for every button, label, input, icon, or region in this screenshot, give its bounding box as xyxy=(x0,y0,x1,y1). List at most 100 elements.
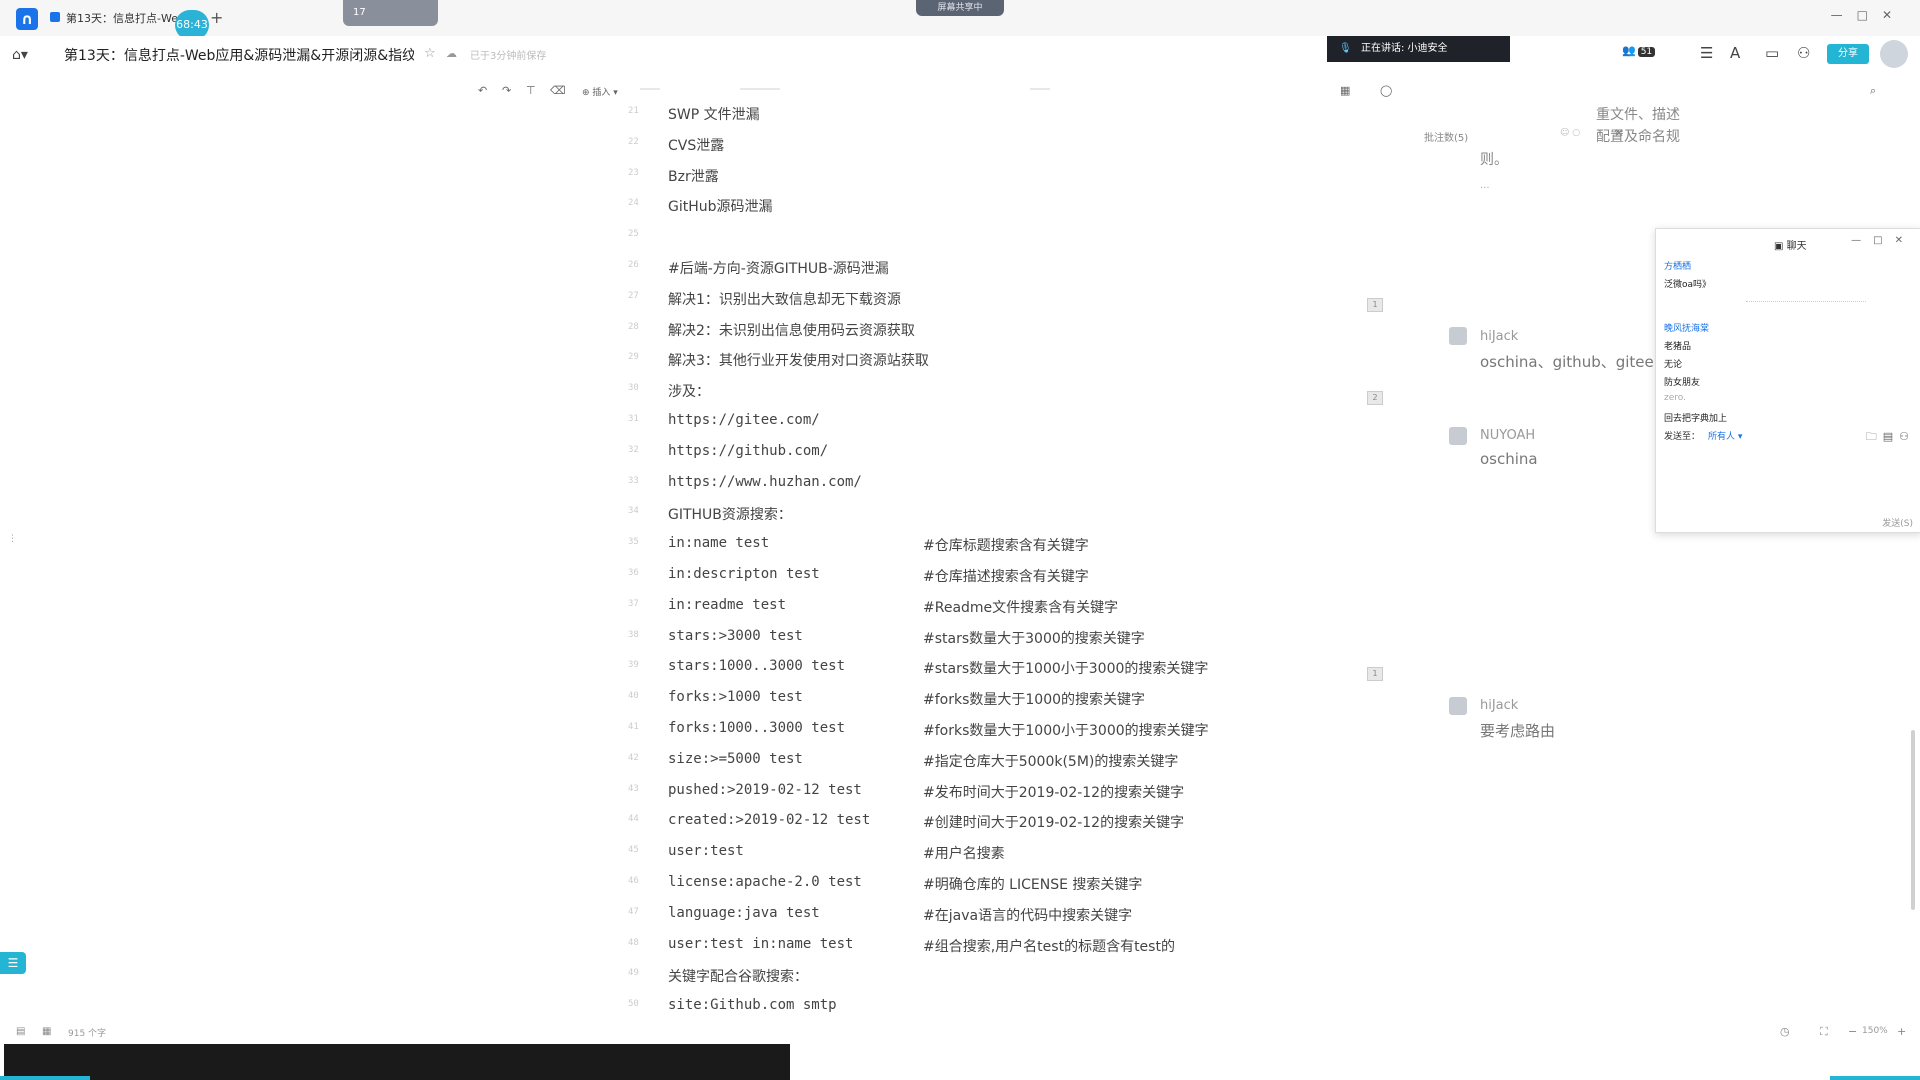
redo-icon[interactable]: ↷ xyxy=(502,84,511,97)
line-number: 39 xyxy=(628,660,639,671)
comment-marker-icon[interactable]: 2 xyxy=(1367,391,1383,405)
minimize-icon[interactable]: — xyxy=(1851,235,1873,246)
editor-area[interactable]: 21 SWP 文件泄漏 22 CVS泄露 23 Bzr泄露 24 GitHub源码泄漏 25 26… xyxy=(620,104,1380,1034)
user-icon[interactable]: ⚇ xyxy=(1899,430,1915,443)
editor-line[interactable]: 26 #后端-方向-资源GITHUB-源码泄漏 xyxy=(620,258,1380,284)
editor-line[interactable]: 21 SWP 文件泄漏 xyxy=(620,104,1380,130)
editor-line[interactable]: 50 site:Github.com smtp xyxy=(620,997,1380,1023)
editor-line[interactable]: 23 Bzr泄露 xyxy=(620,166,1380,192)
editor-line[interactable]: 40 forks:>1000 test #forks数量大于1000的搜索关键字 xyxy=(620,689,1380,715)
line-code: pushed:>2019-02-12 test xyxy=(668,781,862,798)
online-users[interactable]: 👥 51 xyxy=(1622,44,1656,57)
editor-line[interactable]: 41 forks:1000..3000 test #forks数量大于1000小于3… xyxy=(620,720,1380,746)
undo-icon[interactable]: ↶ xyxy=(478,84,487,97)
minimize-icon[interactable]: — xyxy=(1831,8,1857,22)
editor-line[interactable]: 30 涉及： xyxy=(620,381,1380,407)
line-code: forks:>1000 test xyxy=(668,689,803,706)
line-comment: #forks数量大于1000小于3000的搜索关键字 xyxy=(923,723,1209,739)
speaking-text: 正在讲话: 小迪安全 xyxy=(1361,43,1448,54)
editor-line[interactable]: 31 https://gitee.com/ xyxy=(620,412,1380,438)
comment-marker-icon[interactable]: 1 xyxy=(1367,667,1383,681)
editor-line[interactable]: 45 user:test #用户名搜素 xyxy=(620,843,1380,869)
search-icon[interactable]: ⌕ xyxy=(1870,84,1876,98)
comment-author: NUYOAH xyxy=(1480,428,1536,443)
editor-line[interactable]: 47 language:java test #在java语言的代码中搜索关键字 xyxy=(620,905,1380,931)
menu-icon[interactable]: ☰ xyxy=(1700,44,1713,62)
app-logo-icon[interactable]: ∩ xyxy=(16,8,38,30)
insert-button[interactable]: ⊕ 插入 ▾ xyxy=(582,85,618,98)
line-number: 28 xyxy=(628,321,639,332)
file-icon[interactable]: 🗀 xyxy=(1866,430,1883,443)
editor-line[interactable]: 43 pushed:>2019-02-12 test #发布时间大于2019-02-… xyxy=(620,782,1380,808)
editor-line[interactable]: 49 关键字配合谷歌搜索： xyxy=(620,966,1380,992)
editor-line[interactable]: 35 in:name test #仓库标题搜索含有关键字 xyxy=(620,535,1380,561)
chat-panel: ▣ 聊天 —□✕ 方栖栖 泛微oa吗》 晚风抚海棠 老猪品 无论 防女朋友 zero. 回去把… xyxy=(1655,228,1920,533)
maximize-icon[interactable]: □ xyxy=(1873,235,1894,246)
editor-line[interactable]: 22 CVS泄露 xyxy=(620,135,1380,161)
document-tab[interactable]: 第13天：信息打点-Web... xyxy=(50,8,178,30)
editor-line[interactable]: 46 license:apache-2.0 test #明确仓库的 LICENSE … xyxy=(620,874,1380,900)
line-comment: #stars数量大于3000的搜索关键字 xyxy=(923,630,1145,647)
editor-line[interactable]: 24 GitHub源码泄漏 xyxy=(620,196,1380,222)
tab-bar: ∩ 第13天：信息打点-Web... 68:43 + 17 屏幕共享中 —□✕ xyxy=(0,0,1920,40)
collaborator-icon[interactable]: ⚇ xyxy=(1797,44,1810,62)
chat-separator xyxy=(1746,301,1866,303)
line-number: 22 xyxy=(628,136,639,147)
editor-line[interactable]: 48 user:test in:name test #组合搜索,用户名test的标题… xyxy=(620,936,1380,962)
table-icon[interactable]: ▦ xyxy=(1340,84,1350,97)
maximize-icon[interactable]: □ xyxy=(1857,8,1882,22)
editor-line[interactable]: 39 stars:1000..3000 test #stars数量大于1000小于3… xyxy=(620,658,1380,684)
comment-snippet: 重文件、描述 xyxy=(1596,107,1680,123)
layout-icon[interactable]: ▦ xyxy=(42,1026,51,1037)
editor-line[interactable]: 42 size:>=5000 test #指定仓库大于5000k(5M)的搜索关键字 xyxy=(620,751,1380,777)
editor-line[interactable]: 27 解决1：识别出大致信息却无下载资源 xyxy=(620,289,1380,315)
screenshot-icon[interactable]: ▤ xyxy=(1883,430,1899,443)
present-icon[interactable]: ▭ xyxy=(1765,44,1779,62)
side-hint-icon[interactable]: ⋮ xyxy=(8,534,17,544)
zoom-in-icon[interactable]: + xyxy=(1897,1025,1906,1038)
comment-author: hiJack xyxy=(1480,698,1519,713)
clear-format-icon[interactable]: ⌫ xyxy=(550,84,566,97)
zoom-out-icon[interactable]: − xyxy=(1848,1025,1857,1038)
close-icon[interactable]: ✕ xyxy=(1895,235,1915,246)
editor-line[interactable]: 33 https://www.huzhan.com/ xyxy=(620,474,1380,500)
share-button[interactable]: 分享 xyxy=(1827,44,1869,64)
line-code: CVS泄露 xyxy=(668,137,725,154)
history-icon[interactable]: ◷ xyxy=(1780,1025,1790,1038)
line-number: 50 xyxy=(628,999,639,1010)
document-title[interactable]: 第13天：信息打点-Web应用&源码泄漏&开源闭源&指纹... xyxy=(64,45,414,65)
comment-marker-icon[interactable]: 1 xyxy=(1367,298,1383,312)
zoom-level[interactable]: 150% xyxy=(1862,1026,1888,1036)
fullscreen-icon[interactable]: ⛶ xyxy=(1820,1025,1828,1039)
close-icon[interactable]: ✕ xyxy=(1882,8,1906,22)
editor-line[interactable]: 37 in:readme test #Readme文件搜素含有关键字 xyxy=(620,597,1380,623)
line-number: 41 xyxy=(628,722,639,732)
line-comment: #stars数量大于1000小于3000的搜索关键字 xyxy=(923,661,1209,678)
editor-line[interactable]: 32 https://github.com/ xyxy=(620,443,1380,469)
screen-share-pill[interactable]: 屏幕共享中 xyxy=(916,0,1004,16)
scrollbar[interactable] xyxy=(1911,730,1915,910)
editor-line[interactable]: 38 stars:>3000 test #stars数量大于3000的搜索关键字 xyxy=(620,628,1380,654)
taskbar-overlay xyxy=(4,1044,790,1080)
editor-line[interactable]: 25 xyxy=(620,227,1380,253)
avatar[interactable] xyxy=(1880,40,1908,68)
editor-line[interactable]: 29 解决3：其他行业开发使用对口资源站获取 xyxy=(620,350,1380,376)
star-icon[interactable]: ☆ xyxy=(424,46,436,61)
line-comment: #明确仓库的 LICENSE 搜索关键字 xyxy=(923,877,1143,893)
new-tab-button[interactable]: + xyxy=(210,8,223,27)
comment-icon[interactable]: ◯ xyxy=(1380,84,1392,97)
home-icon[interactable]: ⌂▾ xyxy=(12,47,28,63)
recipient-select[interactable]: 所有人 ▾ xyxy=(1708,429,1742,442)
page-icon[interactable]: ▤ xyxy=(16,1026,25,1037)
editor-line[interactable]: 44 created:>2019-02-12 test #创建时间大于2019-02… xyxy=(620,812,1380,838)
editor-line[interactable]: 36 in:descripton test #仓库描述搜索含有关键字 xyxy=(620,566,1380,592)
format-painter-icon[interactable]: ⊤ xyxy=(526,84,536,97)
outline-button[interactable]: ☰ xyxy=(0,952,26,974)
toolbar-divider xyxy=(740,88,780,90)
word-count[interactable]: 915 个字 xyxy=(68,1026,106,1039)
comments-tip-icon: ☺ ○ xyxy=(1560,128,1581,138)
editor-line[interactable]: 34 GITHUB资源搜索： xyxy=(620,504,1380,530)
editor-line[interactable]: 28 解决2：未识别出信息使用码云资源获取 xyxy=(620,320,1380,346)
font-size-icon[interactable]: A xyxy=(1730,44,1740,62)
send-button[interactable]: 发送(S) xyxy=(1882,516,1913,529)
